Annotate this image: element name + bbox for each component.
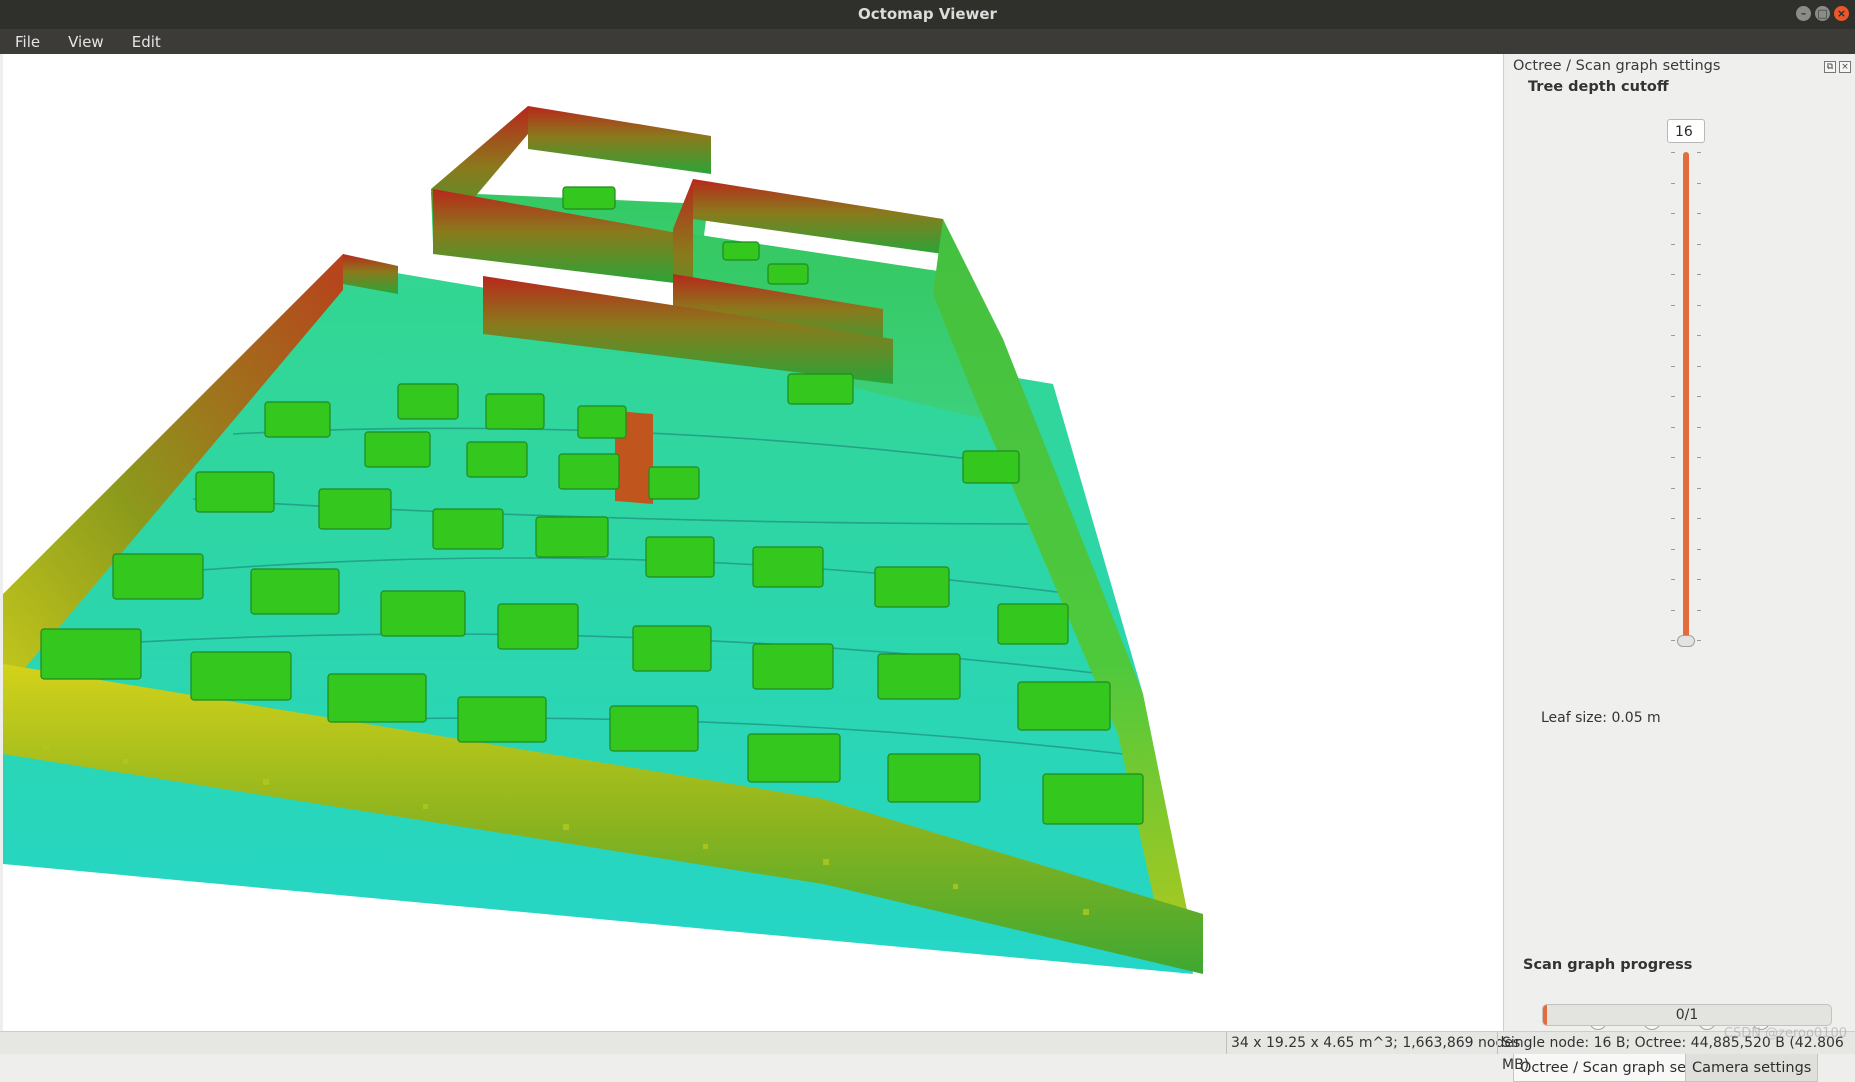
window-title: Octomap Viewer: [858, 5, 997, 23]
slider-tick: [1697, 243, 1701, 245]
slider-tick: [1671, 304, 1675, 306]
slider-tick: [1671, 487, 1675, 489]
slider-tick: [1697, 579, 1701, 580]
slider-tick: [1697, 335, 1701, 336]
watermark: CSDN @zeroo0100: [1723, 1026, 1847, 1041]
slider-tick: [1671, 640, 1675, 641]
slider-tick: [1671, 518, 1675, 519]
scan-progress-bar: 0/1: [1542, 1004, 1832, 1026]
slider-tick: [1697, 487, 1701, 489]
window-controls: – □ ×: [1796, 6, 1849, 21]
menu-view[interactable]: View: [53, 33, 117, 51]
slider-tick: [1697, 518, 1701, 519]
wall-back-top: [528, 106, 711, 174]
menu-bar: File View Edit: [0, 29, 1855, 54]
close-button[interactable]: ×: [1834, 6, 1849, 21]
slider-tick: [1671, 579, 1675, 580]
slider-tick: [1671, 274, 1675, 275]
slider-tick: [1671, 457, 1675, 458]
slider-tick: [1697, 426, 1701, 428]
slider-tick: [1671, 365, 1675, 367]
dock-title: Octree / Scan graph settings: [1513, 58, 1721, 74]
tab-camera-settings[interactable]: Camera settings: [1685, 1054, 1819, 1082]
tree-depth-slider[interactable]: [1683, 152, 1689, 642]
minimize-button[interactable]: –: [1796, 6, 1811, 21]
status-dimensions: 34 x 19.25 x 4.65 m^3; 1,663,869 nodes: [1226, 1032, 1524, 1054]
slider-tick: [1697, 304, 1701, 306]
slider-tick: [1697, 548, 1701, 550]
slider-tick: [1671, 213, 1675, 214]
slider-tick: [1671, 548, 1675, 550]
leaf-size-label: Leaf size: 0.05 m: [1541, 710, 1661, 726]
slider-tick: [1697, 274, 1701, 275]
slider-tick: [1671, 152, 1675, 153]
slider-tick: [1697, 365, 1701, 367]
slider-tick: [1697, 609, 1701, 611]
menu-file[interactable]: File: [0, 33, 53, 51]
slider-tick: [1671, 335, 1675, 336]
float-icon[interactable]: ⧉: [1824, 61, 1836, 73]
slider-tick: [1697, 396, 1701, 397]
tree-depth-spinbox[interactable]: 16: [1667, 119, 1705, 143]
slider-tick: [1697, 640, 1701, 641]
close-icon[interactable]: ×: [1839, 61, 1851, 73]
slider-tick: [1671, 396, 1675, 397]
maximize-button[interactable]: □: [1815, 6, 1830, 21]
settings-dock: Octree / Scan graph settings ⧉ × Tree de…: [1506, 54, 1855, 1082]
slider-tick: [1697, 213, 1701, 214]
slider-tick: [1697, 152, 1701, 153]
tree-depth-label: Tree depth cutoff: [1528, 79, 1669, 95]
scan-graph-label: Scan graph progress: [1523, 957, 1693, 973]
octomap-render: [3, 106, 1203, 974]
slider-tick: [1697, 457, 1701, 458]
slider-tick: [1671, 426, 1675, 428]
status-bar: 34 x 19.25 x 4.65 m^3; 1,663,869 nodes S…: [0, 1031, 1855, 1073]
slider-tick: [1671, 609, 1675, 611]
slider-tick: [1671, 243, 1675, 245]
title-bar: Octomap Viewer – □ ×: [0, 0, 1855, 29]
progress-text: 0/1: [1675, 1007, 1699, 1023]
slider-tick: [1697, 182, 1701, 184]
slider-handle[interactable]: [1677, 635, 1695, 647]
octomap-viewport[interactable]: [3, 54, 1504, 1031]
menu-edit[interactable]: Edit: [117, 33, 174, 51]
dock-controls: ⧉ ×: [1824, 61, 1851, 73]
slider-tick: [1671, 182, 1675, 184]
